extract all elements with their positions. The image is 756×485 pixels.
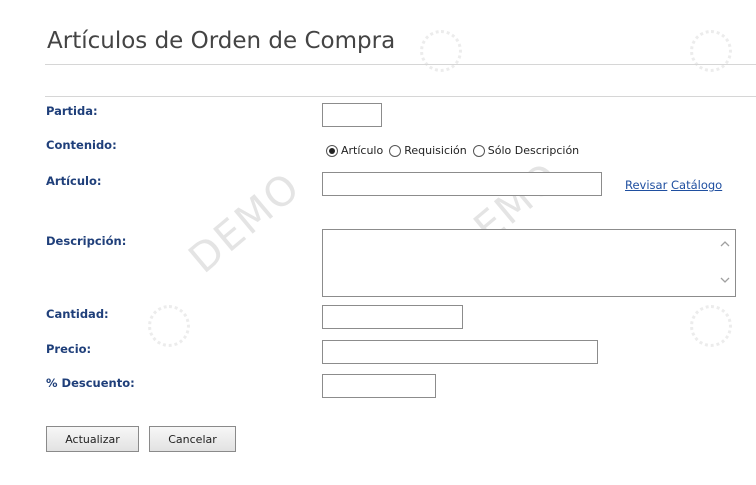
contenido-radio-group: Artículo Requisición Sólo Descripción	[326, 144, 585, 157]
radio-solo-descripcion[interactable]	[472, 144, 485, 157]
radio-option-requisicion[interactable]: Requisición	[389, 144, 467, 157]
precio-input[interactable]	[322, 340, 598, 364]
partida-label: Partida:	[46, 104, 98, 118]
articulo-input[interactable]	[322, 172, 602, 196]
descuento-label: % Descuento:	[46, 376, 135, 390]
revisar-link[interactable]: Revisar	[625, 178, 667, 192]
descuento-input[interactable]	[322, 374, 436, 398]
watermark-burst-icon	[690, 30, 732, 72]
purchase-order-items-page: DEMO DEMO Artículos de Orden de Compra P…	[0, 0, 756, 485]
cancelar-button[interactable]: Cancelar	[149, 426, 236, 452]
actualizar-button[interactable]: Actualizar	[46, 426, 139, 452]
descripcion-label: Descripción:	[46, 234, 127, 248]
radio-option-articulo[interactable]: Artículo	[326, 144, 383, 157]
demo-watermark: DEMO	[180, 163, 310, 283]
cantidad-label: Cantidad:	[46, 307, 109, 321]
watermark-burst-icon	[690, 305, 732, 347]
cantidad-input[interactable]	[322, 305, 463, 329]
partida-input[interactable]	[322, 103, 382, 127]
catalogo-link[interactable]: Catálogo	[671, 178, 722, 192]
descripcion-textarea[interactable]	[322, 229, 736, 297]
chevron-up-icon[interactable]	[718, 238, 732, 252]
watermark-burst-icon	[148, 305, 190, 347]
page-title: Artículos de Orden de Compra	[47, 28, 396, 54]
title-divider	[45, 64, 756, 65]
radio-requisicion-label: Requisición	[404, 144, 467, 157]
watermark-burst-icon	[420, 30, 462, 72]
section-divider	[45, 96, 756, 97]
precio-label: Precio:	[46, 342, 92, 356]
chevron-down-icon[interactable]	[718, 274, 732, 288]
contenido-label: Contenido:	[46, 138, 117, 152]
radio-articulo[interactable]	[326, 144, 338, 157]
articulo-label: Artículo:	[46, 174, 102, 188]
radio-option-solo-descripcion[interactable]: Sólo Descripción	[472, 144, 580, 157]
radio-requisicion[interactable]	[389, 144, 402, 157]
radio-solo-descripcion-label: Sólo Descripción	[487, 144, 580, 157]
radio-articulo-label: Artículo	[341, 144, 384, 157]
